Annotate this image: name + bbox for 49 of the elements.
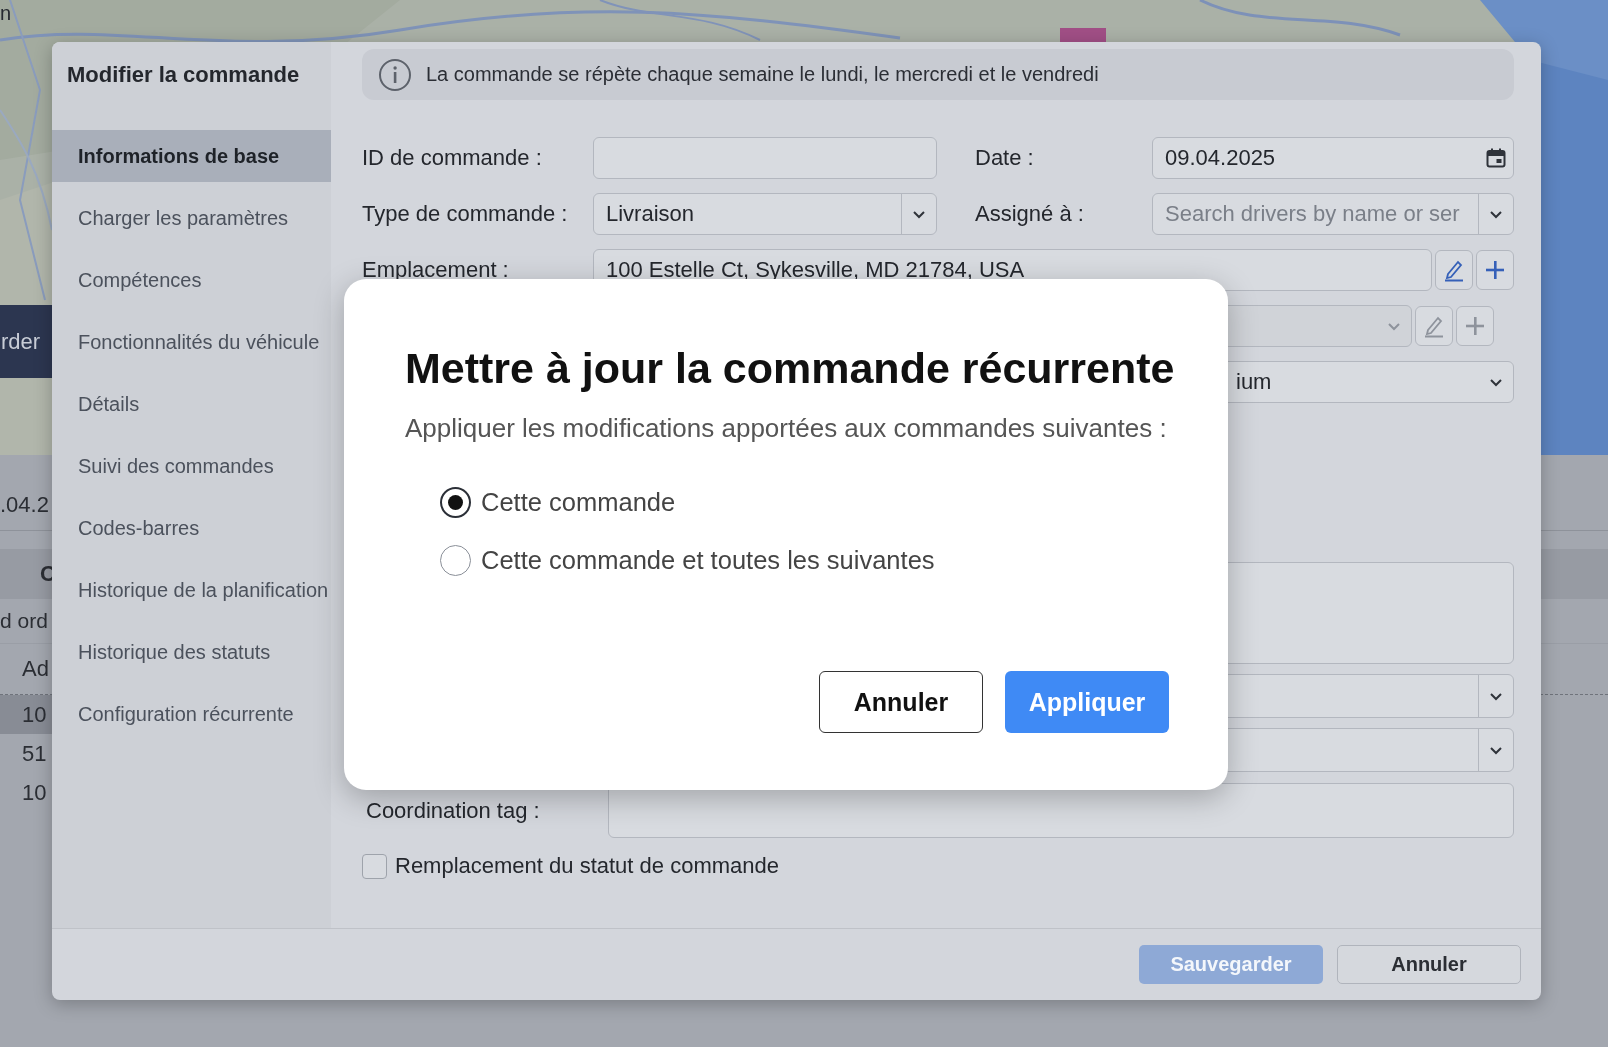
field-label: ID de commande : [362,145,543,171]
cancel-button[interactable]: Annuler [819,671,983,733]
apply-button[interactable]: Appliquer [1005,671,1169,733]
plus-icon [1485,260,1505,280]
dialog-title: Modifier la commande [66,61,301,89]
date-field[interactable]: 09.04.2025 [1152,137,1514,179]
nav-item[interactable]: Compétences [52,254,331,306]
field-label: Assigné à : [975,201,1085,227]
pencil-icon [1423,314,1445,338]
field-label: Type de commande : [362,201,569,227]
map-label: n [0,2,12,25]
option-label: Cette commande et toutes les suivantes [481,546,935,575]
chevron-icon [1489,209,1503,219]
option-label: Cette commande [481,488,676,517]
table-row-text: 10 [21,778,48,807]
banner-text: La commande se répète chaque semaine le lundi, le mercredi et le vendredi [426,63,1099,86]
nav-item[interactable]: Configuration récurrente [52,688,331,740]
nav-item[interactable]: Détails [52,378,331,430]
chevron-icon [912,209,926,219]
text-field[interactable] [608,783,1514,838]
table-row: 10 [0,695,52,734]
checkbox-label: Remplacement du statut de commande [395,853,779,879]
nav-item[interactable]: Historique des statuts [52,626,331,678]
modal-subtitle: Appliquer les modifications apportées aux commandes suivantes : [405,413,1168,444]
calendar-icon [1486,148,1506,168]
field-label: Coordination tag : [365,797,541,824]
text-field[interactable] [593,137,937,179]
field-label: Emplacement : [362,257,510,283]
chevron-icon [1489,691,1503,701]
chevron-icon [1489,377,1503,387]
dropdown[interactable]: Livraison [593,193,937,235]
chevron-icon [1387,321,1401,331]
edit-button[interactable] [1435,250,1473,290]
nav-item[interactable]: Charger les paramètres [52,192,331,244]
add-button[interactable] [1476,250,1514,290]
plus-icon [1465,316,1485,336]
dropdown[interactable]: Search drivers by name or ser [1152,193,1514,235]
cancel-button[interactable]: Annuler [1337,945,1521,984]
info-icon [378,57,412,92]
banner-text: rder [1,328,41,355]
checkbox[interactable] [362,853,387,879]
chevron-icon [1489,745,1503,755]
table-row-text: 51 [21,739,48,768]
modal-title: Mettre à jour la commande récurrente [405,343,1176,393]
nav-item[interactable]: Fonctionnalités du véhicule [52,316,331,368]
radio-button[interactable] [440,487,471,518]
pencil-icon [1443,258,1465,282]
field-label: Date : [975,145,1035,171]
nav-item[interactable]: Informations de base [52,130,331,182]
